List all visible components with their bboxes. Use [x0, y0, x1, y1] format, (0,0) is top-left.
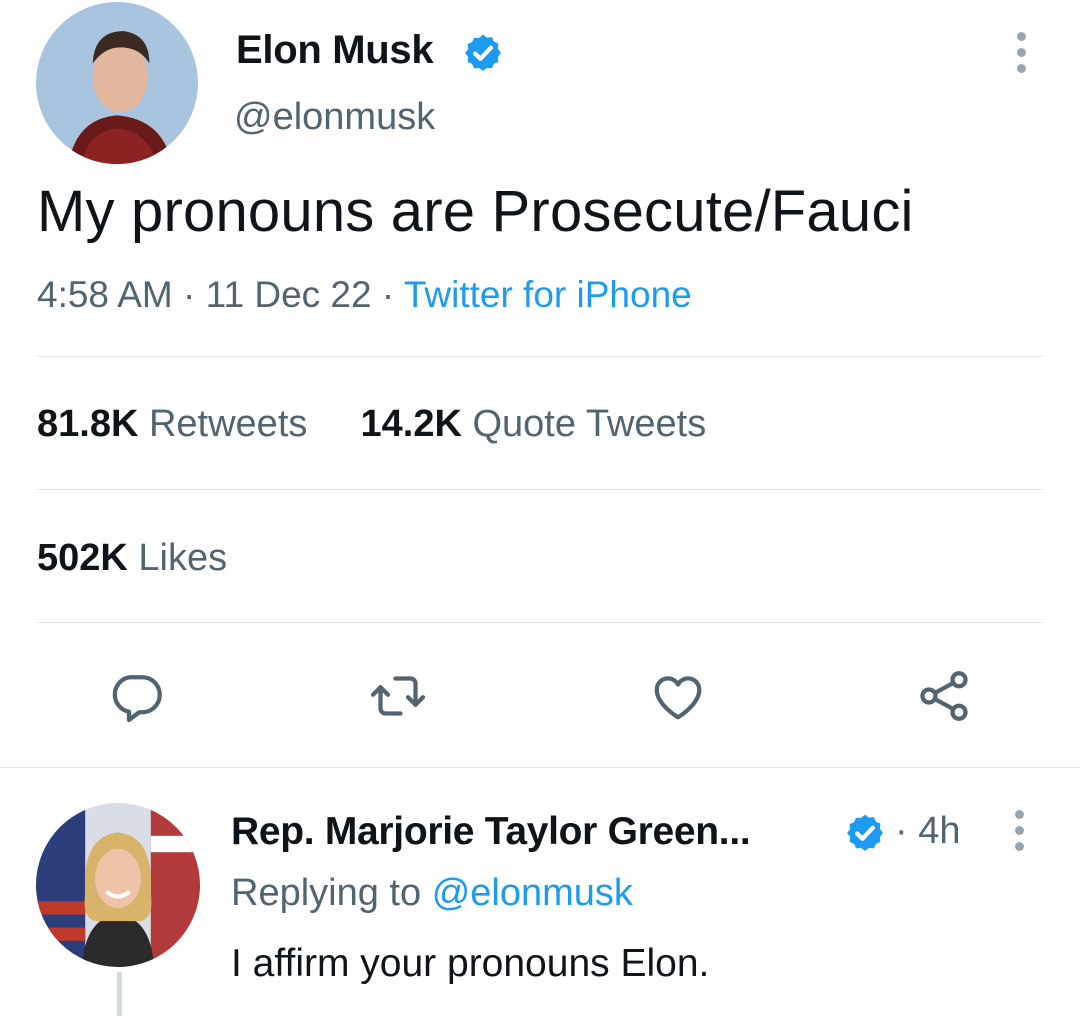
- tweet-detail-page: Elon Musk @elonmusk My pronouns are Pros…: [0, 0, 1080, 1016]
- replying-to-handle[interactable]: @elonmusk: [432, 872, 633, 914]
- verified-badge-icon: [465, 34, 501, 71]
- tweet-meta: 4:58 AM · 11 Dec 22 · Twitter for iPhone: [37, 274, 692, 316]
- author-avatar[interactable]: [36, 2, 198, 164]
- replying-to-label: Replying to: [231, 872, 422, 914]
- tweet-time[interactable]: 4:58 AM: [37, 274, 173, 315]
- divider: [37, 356, 1043, 357]
- reply-text: I affirm your pronouns Elon.: [231, 942, 710, 985]
- author-handle[interactable]: @elonmusk: [234, 96, 435, 139]
- avatar-image: [36, 803, 200, 967]
- meta-separator: ·: [381, 274, 395, 315]
- section-divider: [0, 767, 1080, 768]
- divider: [37, 622, 1043, 623]
- share-button[interactable]: [912, 664, 976, 728]
- replying-to: Replying to @elonmusk: [231, 872, 633, 915]
- reply-author-name[interactable]: Rep. Marjorie Taylor Green...: [231, 810, 751, 854]
- retweets-stat[interactable]: 81.8K Retweets: [37, 403, 307, 445]
- tweet-text: My pronouns are Prosecute/Fauci: [37, 179, 914, 244]
- quote-tweets-stat[interactable]: 14.2K Quote Tweets: [361, 403, 707, 445]
- like-button[interactable]: [646, 664, 710, 728]
- stats-row: 81.8K Retweets 14.2K Quote Tweets: [37, 403, 706, 446]
- more-options-icon[interactable]: [1015, 32, 1027, 73]
- tweet-date[interactable]: 11 Dec 22: [206, 274, 372, 315]
- thread-line: [117, 972, 122, 1016]
- reply-more-options-icon[interactable]: [1013, 810, 1025, 851]
- retweet-icon: [370, 676, 426, 716]
- likes-stat[interactable]: 502K Likes: [37, 537, 227, 580]
- share-icon: [920, 671, 968, 721]
- tweet-source-link[interactable]: Twitter for iPhone: [404, 274, 692, 315]
- meta-separator: ·: [183, 274, 196, 315]
- reply-icon: [112, 675, 162, 723]
- retweet-button[interactable]: [366, 664, 430, 728]
- divider: [37, 489, 1043, 490]
- avatar-image: [36, 2, 198, 164]
- reply-time[interactable]: · 4h: [895, 810, 960, 853]
- like-icon: [654, 676, 702, 720]
- reply-button[interactable]: [104, 664, 168, 728]
- author-name[interactable]: Elon Musk: [236, 28, 434, 73]
- verified-badge-icon: [847, 814, 883, 851]
- reply-author-avatar[interactable]: [36, 803, 200, 967]
